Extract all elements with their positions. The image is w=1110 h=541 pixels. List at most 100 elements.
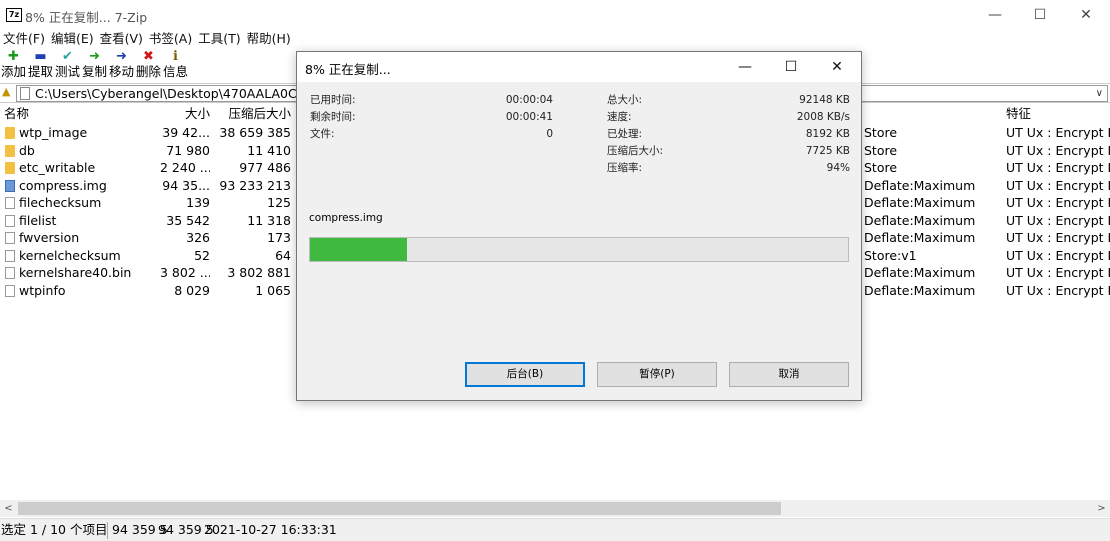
move-label: 移动 <box>108 64 134 79</box>
column-header-packed[interactable]: 压缩后大小 <box>215 105 291 123</box>
files-value: 0 <box>546 128 553 140</box>
scroll-left-icon[interactable]: < <box>0 500 17 517</box>
scroll-right-icon[interactable]: > <box>1093 500 1110 517</box>
dialog-title-bar: 8% 正在复制... — ☐ ✕ <box>297 52 861 82</box>
folder-icon <box>5 144 15 157</box>
extract-button[interactable]: ▬ 提取 <box>27 50 54 82</box>
cancel-button[interactable]: 取消 <box>729 362 849 387</box>
status-bar: 选定 1 / 10 个项目 94 359 5 94 359 5 2021-10-… <box>0 518 1110 541</box>
copy-label: 复制 <box>81 64 107 79</box>
address-path: C:\Users\Cyberangel\Desktop\470AALA0C0.b <box>35 86 317 101</box>
file-size: 326 <box>186 230 210 245</box>
add-label: 添加 <box>0 64 26 79</box>
dialog-minimize-icon[interactable]: — <box>722 52 768 82</box>
file-features: UT Ux : Encrypt De <box>1006 230 1110 245</box>
file-size: 139 <box>186 195 210 210</box>
file-packed-size: 11 318 <box>247 212 291 228</box>
ratio-label: 压缩率: <box>607 162 643 174</box>
current-file-name: compress.img <box>309 212 383 224</box>
test-button[interactable]: ✔ 测试 <box>54 50 81 82</box>
delete-icon: ✖ <box>143 49 154 64</box>
horizontal-scrollbar[interactable]: < > <box>0 500 1110 517</box>
file-method: Deflate:Maximum <box>864 230 976 245</box>
scroll-thumb[interactable] <box>18 502 781 515</box>
file-name: wtp_image <box>19 125 88 140</box>
file-icon <box>5 249 15 262</box>
file-size: 8 029 <box>174 282 210 298</box>
copy-icon: ➜ <box>89 49 100 64</box>
file-size: 94 35... <box>162 177 210 193</box>
file-features: UT Ux : Encrypt De <box>1006 160 1110 175</box>
menu-file[interactable]: 文件(F) <box>0 30 48 48</box>
minimize-icon[interactable]: — <box>972 0 1018 30</box>
delete-button[interactable]: ✖ 删除 <box>135 50 162 82</box>
file-icon <box>5 214 15 227</box>
files-label: 文件: <box>310 128 335 140</box>
up-folder-icon[interactable]: ▲ <box>2 85 10 98</box>
file-features: UT Ux : Encrypt De <box>1006 125 1110 140</box>
file-size: 71 980 <box>166 142 210 158</box>
chevron-down-icon[interactable]: ∨ <box>1096 86 1103 102</box>
file-features: UT Ux : Encrypt De <box>1006 142 1110 158</box>
remaining-value: 00:00:41 <box>505 111 553 123</box>
file-packed-size: 38 659 385 <box>219 125 291 140</box>
file-method: Deflate:Maximum <box>864 177 976 193</box>
seven-zip-logo-icon: 7z <box>6 8 22 22</box>
menu-bar: 文件(F) 编辑(E) 查看(V) 书签(A) 工具(T) 帮助(H) <box>0 30 294 48</box>
seven-zip-window: 7z 8% 正在复制... 7-Zip — ☐ ✕ 文件(F) 编辑(E) 查看… <box>0 0 1110 541</box>
close-icon[interactable]: ✕ <box>1063 0 1109 30</box>
packed-size-label: 压缩后大小: <box>607 145 664 157</box>
file-name: compress.img <box>19 177 107 193</box>
file-method: Deflate:Maximum <box>864 195 976 210</box>
document-icon <box>20 87 30 100</box>
move-icon: ➜ <box>116 49 127 64</box>
menu-view[interactable]: 查看(V) <box>97 30 146 48</box>
menu-bookmarks[interactable]: 书签(A) <box>146 30 195 48</box>
maximize-icon[interactable]: ☐ <box>1017 0 1063 30</box>
info-button[interactable]: ℹ 信息 <box>162 50 189 82</box>
file-packed-size: 977 486 <box>239 160 291 175</box>
copy-progress-dialog: 8% 正在复制... — ☐ ✕ 已用时间: 00:00:04 剩余时间: 00… <box>296 51 862 401</box>
column-header-features[interactable]: 特征 <box>1006 105 1031 123</box>
file-features: UT Ux : Encrypt De <box>1006 265 1110 280</box>
menu-tools[interactable]: 工具(T) <box>195 30 243 48</box>
folder-icon <box>5 162 15 174</box>
background-button[interactable]: 后台(B) <box>465 362 585 387</box>
dialog-close-icon[interactable]: ✕ <box>814 52 860 82</box>
copy-button[interactable]: ➜ 复制 <box>81 50 108 82</box>
info-icon: ℹ <box>173 49 178 64</box>
move-button[interactable]: ➜ 移动 <box>108 50 135 82</box>
column-header-name[interactable]: 名称 <box>4 105 29 123</box>
elapsed-value: 00:00:04 <box>505 94 553 106</box>
pause-button[interactable]: 暂停(P) <box>597 362 717 387</box>
file-packed-size: 125 <box>267 195 291 210</box>
file-features: UT Ux : Encrypt De <box>1006 177 1110 193</box>
extract-label: 提取 <box>27 64 53 79</box>
add-button[interactable]: ✚ 添加 <box>0 50 27 82</box>
file-method: Store <box>864 160 898 175</box>
copy-progress-bar <box>309 237 849 262</box>
processed-value: 8192 KB <box>805 128 850 140</box>
disk-image-icon <box>5 179 15 192</box>
file-features: UT Ux : Encrypt De <box>1006 282 1110 298</box>
menu-edit[interactable]: 编辑(E) <box>48 30 97 48</box>
file-icon <box>5 267 15 279</box>
file-features: UT Ux : Encrypt De <box>1006 212 1110 228</box>
file-name: fwversion <box>19 230 80 245</box>
file-method: Deflate:Maximum <box>864 265 976 280</box>
status-modified: 2021-10-27 16:33:31 <box>204 522 337 537</box>
test-icon: ✔ <box>62 49 73 64</box>
total-size-label: 总大小: <box>607 94 643 106</box>
file-size: 3 802 ... <box>160 265 210 280</box>
menu-help[interactable]: 帮助(H) <box>244 30 294 48</box>
folder-icon <box>5 127 15 139</box>
progress-fill <box>310 238 407 261</box>
file-name: filechecksum <box>19 195 102 210</box>
processed-label: 已处理: <box>607 128 643 140</box>
column-header-size[interactable]: 大小 <box>160 105 210 123</box>
file-packed-size: 93 233 213 <box>219 177 291 193</box>
file-method: Store:v1 <box>864 247 917 263</box>
file-method: Store <box>864 125 898 140</box>
dialog-maximize-icon[interactable]: ☐ <box>768 52 814 82</box>
toolbar: ✚ 添加 ▬ 提取 ✔ 测试 ➜ 复制 ➜ 移动 ✖ 删除 ℹ 信息 <box>0 50 189 82</box>
